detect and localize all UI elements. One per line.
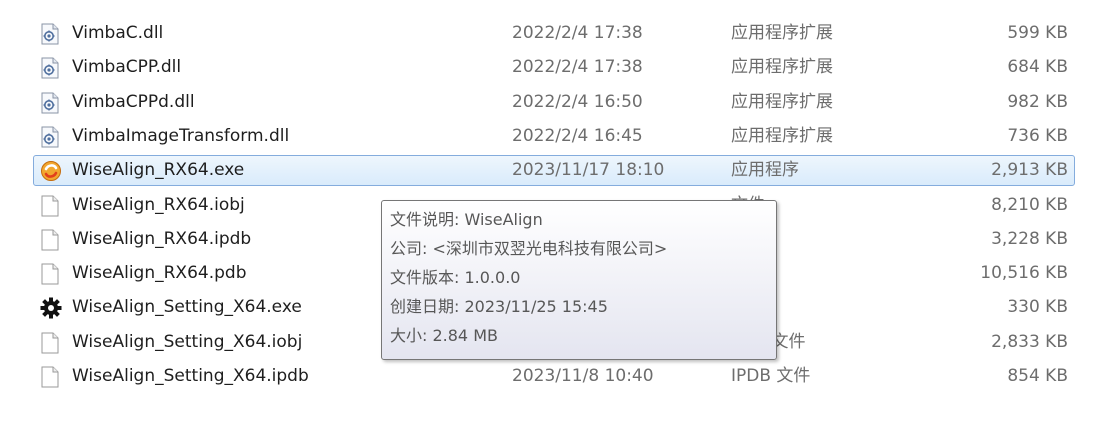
file-icon <box>40 263 60 285</box>
file-type: 应用程序 <box>731 160 799 180</box>
file-name: VimbaCPP.dll <box>72 57 182 77</box>
file-type: 应用程序扩展 <box>731 92 833 112</box>
file-size: 8,210 KB <box>991 195 1068 215</box>
file-name: WiseAlign_Setting_X64.ipdb <box>72 366 309 386</box>
file-row[interactable]: VimbaImageTransform.dll 2022/2/4 16:45 应用程… <box>33 121 1075 152</box>
gear-exe-icon <box>40 297 62 319</box>
file-type: 应用程序扩展 <box>731 126 833 146</box>
file-size: 2,913 KB <box>991 160 1068 180</box>
file-type: 应用程序扩展 <box>731 23 833 43</box>
file-name: VimbaCPPd.dll <box>72 92 195 112</box>
file-name: WiseAlign_RX64.pdb <box>72 263 247 283</box>
file-row[interactable]: WiseAlign_Setting_X64.ipdb 2023/11/8 10:4… <box>33 361 1075 392</box>
dll-icon <box>40 57 60 79</box>
file-type: IPDB 文件 <box>731 366 811 386</box>
file-size: 684 KB <box>1007 57 1068 77</box>
file-name: VimbaC.dll <box>72 23 164 43</box>
file-name: WiseAlign_RX64.exe <box>72 160 245 180</box>
dll-icon <box>40 126 60 148</box>
file-name: WiseAlign_RX64.iobj <box>72 195 245 215</box>
file-row[interactable]: VimbaCPPd.dll 2022/2/4 16:50 应用程序扩展 982 KB <box>33 87 1075 118</box>
tooltip-company: 公司: <深圳市双翌光电科技有限公司> <box>390 239 668 258</box>
file-date-modified: 2022/2/4 16:45 <box>512 126 643 146</box>
app-exe-icon <box>40 160 61 182</box>
file-name: VimbaImageTransform.dll <box>72 126 290 146</box>
file-date-modified: 2022/2/4 16:50 <box>512 92 643 112</box>
file-size: 982 KB <box>1007 92 1068 112</box>
file-name: WiseAlign_Setting_X64.iobj <box>72 332 303 352</box>
file-info-tooltip: 文件说明: WiseAlign 公司: <深圳市双翌光电科技有限公司> 文件版本… <box>381 200 777 360</box>
file-date-modified: 2023/11/8 10:40 <box>512 366 654 386</box>
file-icon <box>40 195 60 217</box>
file-date-modified: 2022/2/4 17:38 <box>512 23 643 43</box>
file-size: 599 KB <box>1007 23 1068 43</box>
file-name: WiseAlign_Setting_X64.exe <box>72 297 302 317</box>
file-icon <box>40 332 60 354</box>
file-type: 应用程序扩展 <box>731 57 833 77</box>
file-size: 736 KB <box>1007 126 1068 146</box>
file-name: WiseAlign_RX64.ipdb <box>72 229 252 249</box>
file-icon <box>40 366 60 388</box>
dll-icon <box>40 92 60 114</box>
tooltip-created: 创建日期: 2023/11/25 15:45 <box>390 297 608 316</box>
dll-icon <box>40 23 60 45</box>
file-date-modified: 2022/2/4 17:38 <box>512 57 643 77</box>
tooltip-size: 大小: 2.84 MB <box>390 326 498 345</box>
file-size: 330 KB <box>1007 297 1068 317</box>
tooltip-description: 文件说明: WiseAlign <box>390 210 543 229</box>
file-date-modified: 2023/11/17 18:10 <box>512 160 665 180</box>
file-row[interactable]: WiseAlign_RX64.exe 2023/11/17 18:10 应用程序 2,… <box>33 155 1075 186</box>
tooltip-version: 文件版本: 1.0.0.0 <box>390 268 521 287</box>
file-row[interactable]: VimbaC.dll 2022/2/4 17:38 应用程序扩展 599 KB <box>33 18 1075 49</box>
file-icon <box>40 229 60 251</box>
file-size: 854 KB <box>1007 366 1068 386</box>
file-size: 2,833 KB <box>991 332 1068 352</box>
file-size: 3,228 KB <box>991 229 1068 249</box>
file-size: 10,516 KB <box>980 263 1068 283</box>
file-row[interactable]: VimbaCPP.dll 2022/2/4 17:38 应用程序扩展 684 KB <box>33 52 1075 83</box>
